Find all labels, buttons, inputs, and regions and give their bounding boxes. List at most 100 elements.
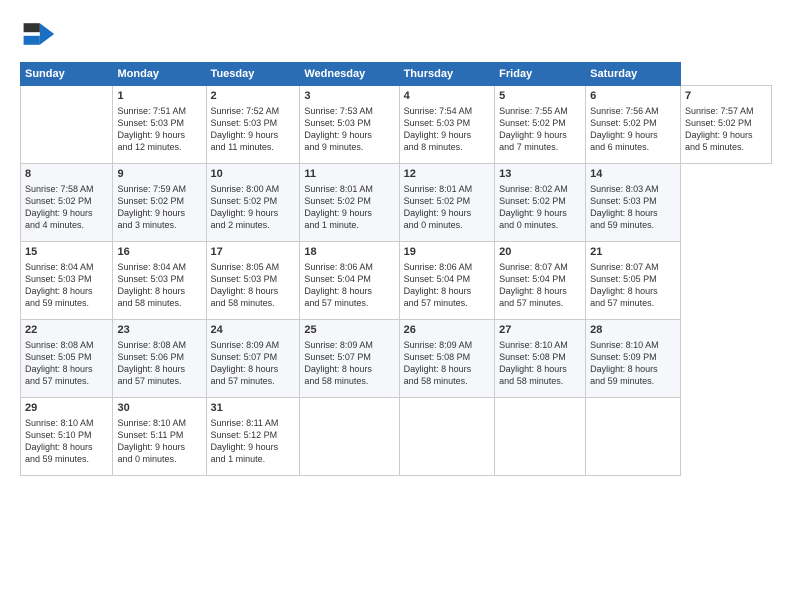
day-info: and 7 minutes. xyxy=(499,141,581,153)
day-info: Sunrise: 7:59 AM xyxy=(117,183,201,195)
calendar-header-monday: Monday xyxy=(113,63,206,86)
day-info: Sunset: 5:03 PM xyxy=(404,117,491,129)
day-info: and 57 minutes. xyxy=(499,297,581,309)
day-info: Sunrise: 8:02 AM xyxy=(499,183,581,195)
day-number: 2 xyxy=(211,89,296,104)
calendar-header-wednesday: Wednesday xyxy=(300,63,399,86)
calendar-cell: 19Sunrise: 8:06 AMSunset: 5:04 PMDayligh… xyxy=(399,242,495,320)
day-info: Daylight: 8 hours xyxy=(211,363,296,375)
day-info: Sunset: 5:03 PM xyxy=(117,117,201,129)
day-number: 1 xyxy=(117,89,201,104)
day-number: 26 xyxy=(404,323,491,338)
day-info: and 58 minutes. xyxy=(499,375,581,387)
day-info: Sunrise: 7:52 AM xyxy=(211,105,296,117)
day-info: Sunrise: 7:54 AM xyxy=(404,105,491,117)
day-info: and 58 minutes. xyxy=(404,375,491,387)
day-info: Daylight: 9 hours xyxy=(590,129,676,141)
day-info: Sunrise: 8:06 AM xyxy=(404,261,491,273)
calendar-cell: 11Sunrise: 8:01 AMSunset: 5:02 PMDayligh… xyxy=(300,164,399,242)
day-info: and 3 minutes. xyxy=(117,219,201,231)
day-number: 27 xyxy=(499,323,581,338)
day-info: Daylight: 8 hours xyxy=(590,363,676,375)
calendar-cell: 14Sunrise: 8:03 AMSunset: 5:03 PMDayligh… xyxy=(586,164,681,242)
day-number: 17 xyxy=(211,245,296,260)
logo-icon xyxy=(20,16,56,52)
day-number: 16 xyxy=(117,245,201,260)
day-number: 6 xyxy=(590,89,676,104)
day-info: Sunrise: 8:06 AM xyxy=(304,261,394,273)
day-info: Daylight: 8 hours xyxy=(25,285,108,297)
day-info: and 57 minutes. xyxy=(117,375,201,387)
day-number: 22 xyxy=(25,323,108,338)
day-number: 21 xyxy=(590,245,676,260)
day-info: Sunrise: 7:56 AM xyxy=(590,105,676,117)
day-number: 12 xyxy=(404,167,491,182)
day-info: Daylight: 9 hours xyxy=(211,207,296,219)
day-info: Daylight: 9 hours xyxy=(499,129,581,141)
day-info: and 0 minutes. xyxy=(499,219,581,231)
day-info: Sunset: 5:02 PM xyxy=(211,195,296,207)
calendar-week-row: 8Sunrise: 7:58 AMSunset: 5:02 PMDaylight… xyxy=(21,164,772,242)
calendar-cell: 4Sunrise: 7:54 AMSunset: 5:03 PMDaylight… xyxy=(399,86,495,164)
calendar-cell: 7Sunrise: 7:57 AMSunset: 5:02 PMDaylight… xyxy=(680,86,771,164)
calendar-cell: 9Sunrise: 7:59 AMSunset: 5:02 PMDaylight… xyxy=(113,164,206,242)
day-info: Sunset: 5:10 PM xyxy=(25,429,108,441)
calendar-cell: 28Sunrise: 8:10 AMSunset: 5:09 PMDayligh… xyxy=(586,320,681,398)
day-info: and 12 minutes. xyxy=(117,141,201,153)
day-info: Sunrise: 8:09 AM xyxy=(304,339,394,351)
calendar-cell xyxy=(586,398,681,476)
day-number: 15 xyxy=(25,245,108,260)
day-info: and 58 minutes. xyxy=(117,297,201,309)
day-info: and 57 minutes. xyxy=(25,375,108,387)
calendar-cell: 30Sunrise: 8:10 AMSunset: 5:11 PMDayligh… xyxy=(113,398,206,476)
day-info: Sunset: 5:08 PM xyxy=(404,351,491,363)
day-number: 20 xyxy=(499,245,581,260)
day-number: 9 xyxy=(117,167,201,182)
logo xyxy=(20,16,60,52)
day-info: Sunrise: 8:04 AM xyxy=(25,261,108,273)
calendar-cell: 12Sunrise: 8:01 AMSunset: 5:02 PMDayligh… xyxy=(399,164,495,242)
day-number: 11 xyxy=(304,167,394,182)
day-info: and 57 minutes. xyxy=(590,297,676,309)
day-info: and 1 minute. xyxy=(211,453,296,465)
day-info: Sunset: 5:02 PM xyxy=(590,117,676,129)
day-info: and 6 minutes. xyxy=(590,141,676,153)
calendar-week-row: 22Sunrise: 8:08 AMSunset: 5:05 PMDayligh… xyxy=(21,320,772,398)
day-info: Sunset: 5:02 PM xyxy=(25,195,108,207)
day-number: 24 xyxy=(211,323,296,338)
day-info: Sunset: 5:03 PM xyxy=(211,117,296,129)
day-info: Daylight: 8 hours xyxy=(499,285,581,297)
day-info: Sunset: 5:02 PM xyxy=(117,195,201,207)
day-info: and 8 minutes. xyxy=(404,141,491,153)
day-info: Sunset: 5:08 PM xyxy=(499,351,581,363)
day-info: and 57 minutes. xyxy=(304,297,394,309)
day-info: Sunrise: 8:01 AM xyxy=(404,183,491,195)
page: SundayMondayTuesdayWednesdayThursdayFrid… xyxy=(0,0,792,612)
day-info: Sunset: 5:03 PM xyxy=(304,117,394,129)
day-info: Daylight: 9 hours xyxy=(685,129,767,141)
day-info: Sunrise: 8:00 AM xyxy=(211,183,296,195)
calendar-cell: 23Sunrise: 8:08 AMSunset: 5:06 PMDayligh… xyxy=(113,320,206,398)
day-info: Daylight: 8 hours xyxy=(404,285,491,297)
day-info: Sunrise: 8:11 AM xyxy=(211,417,296,429)
day-info: and 58 minutes. xyxy=(211,297,296,309)
day-info: Sunset: 5:07 PM xyxy=(211,351,296,363)
day-info: Daylight: 9 hours xyxy=(25,207,108,219)
day-info: Sunrise: 8:08 AM xyxy=(25,339,108,351)
day-info: Sunset: 5:09 PM xyxy=(590,351,676,363)
day-info: Sunrise: 7:51 AM xyxy=(117,105,201,117)
day-info: Daylight: 9 hours xyxy=(499,207,581,219)
day-info: Daylight: 8 hours xyxy=(304,363,394,375)
day-number: 28 xyxy=(590,323,676,338)
calendar-week-row: 15Sunrise: 8:04 AMSunset: 5:03 PMDayligh… xyxy=(21,242,772,320)
day-info: Sunrise: 8:07 AM xyxy=(499,261,581,273)
day-info: Daylight: 9 hours xyxy=(117,129,201,141)
day-info: Daylight: 8 hours xyxy=(25,363,108,375)
calendar-cell: 18Sunrise: 8:06 AMSunset: 5:04 PMDayligh… xyxy=(300,242,399,320)
day-info: Daylight: 9 hours xyxy=(211,129,296,141)
day-info: Sunset: 5:02 PM xyxy=(304,195,394,207)
calendar-header-friday: Friday xyxy=(495,63,586,86)
day-number: 4 xyxy=(404,89,491,104)
calendar-cell: 5Sunrise: 7:55 AMSunset: 5:02 PMDaylight… xyxy=(495,86,586,164)
day-info: Sunset: 5:04 PM xyxy=(499,273,581,285)
